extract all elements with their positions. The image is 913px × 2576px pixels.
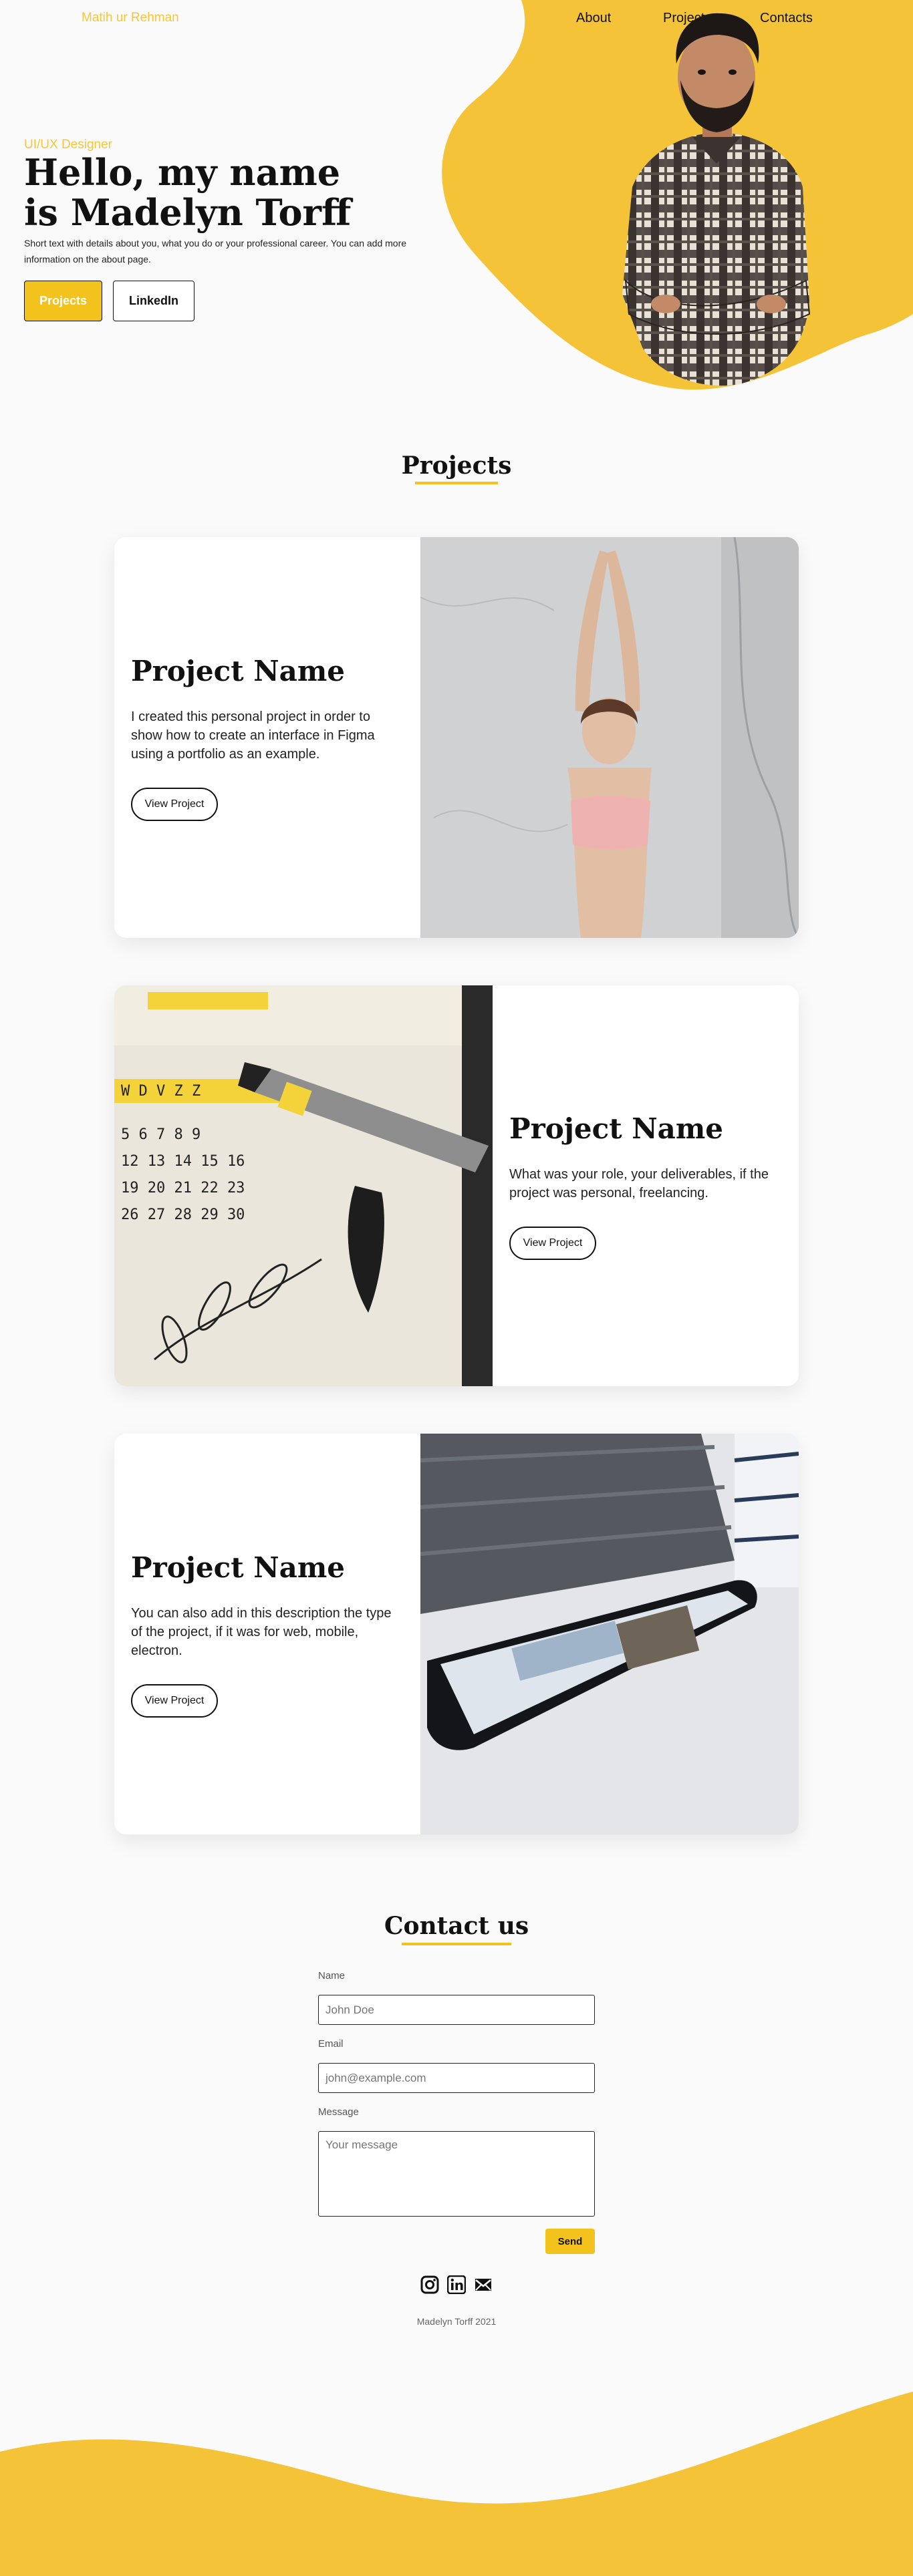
svg-text:12 13 14 15 16: 12 13 14 15 16 bbox=[121, 1153, 245, 1170]
hero-description: Short text with details about you, what … bbox=[24, 238, 407, 265]
view-project-button[interactable]: View Project bbox=[509, 1226, 596, 1260]
project-card-2: W D V Z Z 5 6 7 8 9 12 13 14 15 16 19 20… bbox=[114, 985, 799, 1386]
view-project-button[interactable]: View Project bbox=[131, 787, 218, 821]
project-card-2-text: Project Name What was your role, your de… bbox=[493, 985, 799, 1386]
name-label: Name bbox=[318, 1970, 346, 1981]
project-card-1-text: Project Name I created this personal pro… bbox=[114, 537, 420, 938]
linkedin-icon[interactable] bbox=[447, 2275, 466, 2294]
project-description: I created this personal project in order… bbox=[131, 709, 375, 762]
message-textarea[interactable] bbox=[318, 2131, 595, 2217]
project-card-1: Project Name I created this personal pro… bbox=[114, 537, 799, 938]
mail-icon[interactable] bbox=[474, 2275, 493, 2294]
project-title: Project Name bbox=[131, 1551, 346, 1584]
project-image-calendar: W D V Z Z 5 6 7 8 9 12 13 14 15 16 19 20… bbox=[114, 985, 493, 1386]
linkedin-button[interactable]: LinkedIn bbox=[113, 281, 194, 321]
hero-title-line1: Hello, my name bbox=[24, 151, 341, 194]
project-card-3-text: Project Name You can also add in this de… bbox=[114, 1434, 420, 1834]
hero-title: Hello, my name is Madelyn Torff bbox=[24, 152, 398, 232]
project-image-phone bbox=[420, 1434, 799, 1834]
contact-heading-underline bbox=[402, 1943, 511, 1945]
hero-title-line2: is Madelyn Torff bbox=[24, 191, 352, 234]
send-button[interactable]: Send bbox=[545, 2229, 595, 2254]
hero-role: UI/UX Designer bbox=[24, 138, 112, 152]
name-input[interactable] bbox=[318, 1995, 595, 2025]
footer-copyright: Madelyn Torff 2021 bbox=[416, 2316, 497, 2327]
projects-heading-underline bbox=[415, 482, 498, 484]
project-image-yoga bbox=[420, 537, 799, 938]
svg-text:5 6 7 8 9: 5 6 7 8 9 bbox=[121, 1126, 201, 1143]
instagram-icon[interactable] bbox=[420, 2275, 439, 2294]
brand-logo[interactable]: Matih ur Rehman bbox=[82, 11, 179, 25]
hero-section: Matih ur Rehman About Projects Contacts … bbox=[0, 0, 913, 428]
svg-text:W D V Z Z: W D V Z Z bbox=[121, 1083, 201, 1100]
footer-wave bbox=[0, 2392, 913, 2576]
project-card-3: Project Name You can also add in this de… bbox=[114, 1434, 799, 1834]
email-input[interactable] bbox=[318, 2063, 595, 2093]
svg-text:19 20 21 22 23: 19 20 21 22 23 bbox=[121, 1180, 245, 1196]
message-label: Message bbox=[318, 2106, 359, 2118]
projects-button[interactable]: Projects bbox=[24, 281, 102, 321]
projects-heading: Projects bbox=[401, 452, 512, 480]
profile-photo bbox=[622, 13, 811, 386]
project-description: You can also add in this description the… bbox=[131, 1605, 392, 1658]
contact-heading: Contact us bbox=[384, 1912, 529, 1940]
email-label: Email bbox=[318, 2038, 344, 2050]
project-title: Project Name bbox=[131, 654, 346, 687]
view-project-button[interactable]: View Project bbox=[131, 1683, 218, 1718]
project-title: Project Name bbox=[509, 1112, 724, 1145]
svg-text:26 27 28 29 30: 26 27 28 29 30 bbox=[121, 1206, 245, 1223]
project-description: What was your role, your deliverables, i… bbox=[509, 1166, 769, 1200]
